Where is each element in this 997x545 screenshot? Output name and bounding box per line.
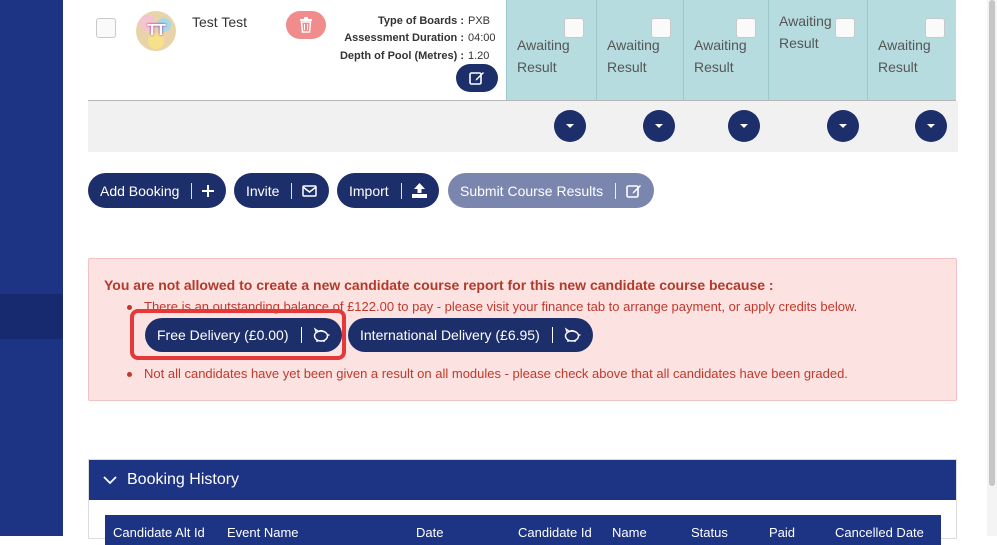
booking-history-panel: Booking History Candidate Alt Id Event N… — [88, 459, 957, 545]
alert-title: You are not allowed to create a new cand… — [104, 277, 774, 293]
module-result-cell: Awaiting Result — [768, 0, 867, 100]
booking-history-table-header: Candidate Alt Id Event Name Date Candida… — [105, 515, 941, 545]
info-depth-of-pool: Depth of Pool (Metres) : 1.20 — [328, 47, 498, 65]
result-dropdown-button[interactable] — [554, 110, 586, 142]
button-divider — [615, 182, 617, 199]
button-divider — [191, 182, 193, 199]
delete-candidate-button[interactable] — [286, 11, 326, 39]
chevron-down-icon — [103, 475, 117, 485]
info-value: PXB — [468, 14, 491, 27]
list-bullet — [127, 372, 132, 377]
submit-course-results-button[interactable]: Submit Course Results — [448, 173, 655, 208]
international-delivery-button[interactable]: International Delivery (£6.95) — [348, 318, 593, 352]
international-delivery-label: International Delivery (£6.95) — [360, 327, 540, 343]
button-divider — [400, 182, 402, 199]
result-dropdown-button[interactable] — [827, 110, 859, 142]
import-label: Import — [349, 182, 389, 199]
module-result-cell: Awaiting Result — [683, 0, 768, 100]
result-status: Awaiting Result — [517, 37, 570, 75]
page-scrollbar[interactable] — [987, 0, 997, 536]
submit-course-results-label: Submit Course Results — [460, 182, 604, 199]
column-header[interactable]: Candidate Alt Id — [113, 525, 205, 540]
candidate-select-checkbox[interactable] — [96, 18, 116, 38]
candidate-name: Test Test — [192, 14, 247, 30]
column-header[interactable]: Date — [416, 525, 443, 540]
info-label: Depth of Pool (Metres) : — [339, 49, 464, 62]
edit-candidate-button[interactable] — [456, 64, 498, 92]
invite-label: Invite — [246, 182, 280, 199]
piggy-bank-icon — [564, 327, 581, 342]
info-type-of-boards: Type of Boards : PXB — [328, 12, 498, 30]
result-status: Awaiting Result — [694, 37, 747, 75]
button-divider — [551, 327, 553, 343]
result-status: Awaiting Result — [878, 37, 931, 75]
chevron-down-icon — [655, 124, 663, 128]
result-dropdown-button[interactable] — [915, 110, 947, 142]
module-result-cell: Awaiting Result — [506, 0, 596, 100]
result-dropdown-button[interactable] — [643, 110, 675, 142]
column-header[interactable]: Candidate Id — [518, 525, 592, 540]
column-header[interactable]: Cancelled Date — [835, 525, 924, 540]
booking-history-title: Booking History — [127, 471, 240, 488]
add-booking-label: Add Booking — [100, 182, 180, 199]
column-header[interactable]: Name — [612, 525, 647, 540]
column-header[interactable]: Event Name — [227, 525, 299, 540]
chevron-down-icon — [740, 124, 748, 128]
plus-icon — [202, 184, 215, 197]
result-dropdown-row — [88, 101, 958, 152]
column-header[interactable]: Paid — [769, 525, 795, 540]
edit-icon — [469, 72, 484, 85]
list-bullet — [127, 305, 132, 310]
info-assessment-duration: Assessment Duration : 04:00 — [328, 30, 498, 48]
edit-icon — [626, 184, 642, 198]
upload-icon — [411, 183, 427, 198]
scrollbar-thumb[interactable] — [989, 0, 995, 486]
chevron-down-icon — [566, 124, 574, 128]
module-result-cell: Awaiting Result — [867, 0, 956, 100]
result-dropdown-button[interactable] — [728, 110, 760, 142]
add-booking-button[interactable]: Add Booking — [88, 173, 227, 208]
result-status: Awaiting Result — [607, 37, 660, 75]
column-header[interactable]: Status — [691, 525, 728, 540]
avatar: TT — [136, 11, 176, 51]
module-result-cell: Awaiting Result — [596, 0, 683, 100]
chevron-down-icon — [927, 124, 935, 128]
trash-icon — [300, 17, 312, 33]
candidate-row: TT Test Test Type of Boards : PXB Assess… — [88, 0, 956, 101]
result-status: Awaiting Result — [779, 13, 832, 51]
info-value: 1.20 — [468, 49, 490, 62]
free-delivery-highlight — [130, 309, 346, 360]
candidate-course-info: Type of Boards : PXB Assessment Duration… — [328, 12, 498, 65]
info-label: Assessment Duration : — [344, 32, 464, 45]
import-button[interactable]: Import — [337, 173, 439, 208]
envelope-icon — [302, 184, 318, 197]
sidebar — [0, 0, 63, 536]
booking-history-header[interactable]: Booking History — [89, 460, 956, 500]
button-divider — [291, 182, 293, 199]
chevron-down-icon — [839, 124, 847, 128]
invite-button[interactable]: Invite — [234, 173, 330, 208]
info-value: 04:00 — [468, 32, 496, 45]
info-label: Type of Boards : — [378, 14, 464, 27]
sidebar-active-item[interactable] — [0, 294, 63, 339]
alert-reason-results: Not all candidates have yet been given a… — [144, 366, 848, 381]
